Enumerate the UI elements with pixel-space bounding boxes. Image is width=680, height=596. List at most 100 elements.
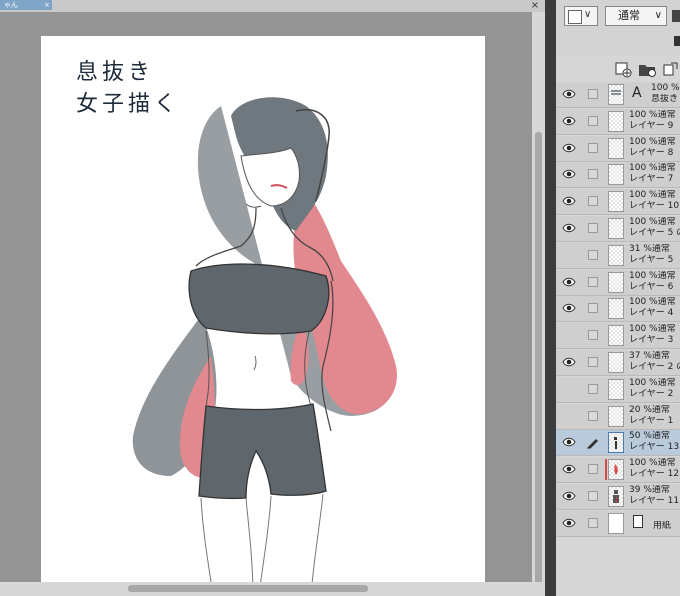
layer-row[interactable]: 100 %通常 レイヤー 2 xyxy=(556,376,680,403)
layer-lock-checkbox[interactable] xyxy=(588,249,598,260)
layer-name: レイヤー 10 xyxy=(629,201,680,212)
eye-icon[interactable] xyxy=(562,169,576,179)
layer-name: 用紙 xyxy=(653,520,672,531)
eye-icon[interactable] xyxy=(562,357,576,367)
layer-row[interactable]: 100 %通常 レイヤー 3 xyxy=(556,323,680,350)
layer-name: レイヤー 12 xyxy=(629,469,680,480)
layer-lock-checkbox[interactable] xyxy=(588,330,598,341)
eye-icon[interactable] xyxy=(562,250,576,260)
layer-opacity: 100 % xyxy=(629,297,658,308)
layer-row[interactable]: 用紙 xyxy=(556,510,680,537)
vertical-scrollbar[interactable] xyxy=(532,12,545,592)
layer-name: レイヤー 7 xyxy=(629,174,674,185)
eye-icon[interactable] xyxy=(562,464,576,474)
layer-thumbnail xyxy=(608,512,624,534)
layer-name: レイヤー 11 xyxy=(629,496,680,506)
layer-row[interactable]: 100 %通常 レイヤー 7 xyxy=(556,162,680,189)
layer-blend-mode: 通常 xyxy=(657,163,676,174)
eye-icon[interactable] xyxy=(562,223,576,233)
layer-lock-checkbox[interactable] xyxy=(588,383,598,394)
layer-color-dropdown[interactable]: ∨ xyxy=(564,6,598,26)
eye-icon[interactable] xyxy=(562,437,576,447)
layer-row[interactable]: 31 %通常 レイヤー 5 xyxy=(556,242,680,269)
layer-lock-checkbox[interactable] xyxy=(588,517,598,528)
layer-color-bar xyxy=(605,459,607,481)
layer-row[interactable]: 100 %通常 レイヤー 5 の xyxy=(556,216,680,242)
layer-opacity-mode: 100 %通常 xyxy=(629,217,676,228)
panel-divider[interactable] xyxy=(545,0,556,596)
new-raster-layer-icon[interactable] xyxy=(614,60,632,78)
canvas-area[interactable]: 息抜き 女子描く xyxy=(0,12,532,582)
eye-icon[interactable] xyxy=(562,303,576,313)
document-tab-label: ゃん xyxy=(4,1,18,9)
layer-opacity-mode: 100 %通常 xyxy=(629,110,676,121)
layer-name: レイヤー 8 xyxy=(629,147,674,158)
eye-icon[interactable] xyxy=(562,384,576,394)
layer-row[interactable]: 100 %通常 レイヤー 10 xyxy=(556,189,680,216)
eye-icon[interactable] xyxy=(562,89,576,99)
layer-opacity: 100 % xyxy=(629,270,658,281)
layer-lock-checkbox[interactable] xyxy=(588,169,598,180)
layer-name: レイヤー 9 xyxy=(629,120,674,131)
horizontal-scroll-thumb[interactable] xyxy=(128,585,368,592)
layer-lock-checkbox[interactable] xyxy=(588,303,598,314)
layer-lock-checkbox[interactable] xyxy=(588,464,598,475)
layer-blend-mode: 通常 xyxy=(651,351,670,361)
layer-opacity: 39 % xyxy=(629,485,652,495)
layer-row[interactable]: 100 %通常 レイヤー 4 xyxy=(556,296,680,323)
eye-icon[interactable] xyxy=(562,143,576,153)
eye-icon[interactable] xyxy=(562,277,576,287)
layer-lock-checkbox[interactable] xyxy=(588,196,598,207)
layer-opacity: 100 % xyxy=(629,458,658,469)
layer-opacity-mode: 100 %通常 xyxy=(629,297,676,308)
tab-close-icon[interactable]: × xyxy=(44,0,52,10)
layer-blend-mode: 通常 xyxy=(657,136,676,147)
layer-name: レイヤー 3 xyxy=(629,335,674,346)
layer-name: レイヤー 4 xyxy=(629,308,674,319)
eye-icon[interactable] xyxy=(562,518,576,528)
layer-opacity-mode: 100 %通常 xyxy=(629,458,676,469)
lock-icon[interactable] xyxy=(672,10,680,22)
layer-lock-checkbox[interactable] xyxy=(588,491,598,501)
layer-row[interactable]: 100 %通常 レイヤー 9 xyxy=(556,108,680,135)
layer-row[interactable]: 100 %通常 レイヤー 8 xyxy=(556,135,680,162)
layer-lock-checkbox[interactable] xyxy=(588,142,598,153)
layer-settings-icon[interactable] xyxy=(674,36,680,46)
layer-opacity: 100 % xyxy=(629,136,658,147)
layer-blend-mode: 通常 xyxy=(651,243,670,254)
vertical-scroll-thumb[interactable] xyxy=(535,132,542,592)
layer-lock-checkbox[interactable] xyxy=(588,115,598,126)
layer-row[interactable]: 50 %通常 レイヤー 13 xyxy=(556,430,680,457)
layer-row[interactable]: 37 %通常 レイヤー 2 の xyxy=(556,350,680,376)
layer-lock-checkbox[interactable] xyxy=(588,89,598,99)
window-close-icon[interactable]: × xyxy=(527,0,543,12)
layer-lock-checkbox[interactable] xyxy=(588,276,598,287)
canvas-paper[interactable]: 息抜き 女子描く xyxy=(41,36,485,582)
layer-row[interactable]: 100 %通常 レイヤー 6 xyxy=(556,269,680,296)
text-layer-icon: A xyxy=(632,85,642,101)
chevron-down-icon: ∨ xyxy=(654,10,662,21)
horizontal-scrollbar[interactable] xyxy=(0,582,545,596)
eye-icon[interactable] xyxy=(562,411,576,421)
transfer-layer-icon[interactable] xyxy=(662,60,680,78)
layer-lock-checkbox[interactable] xyxy=(588,357,598,367)
new-folder-icon[interactable] xyxy=(638,60,656,78)
layer-opacity-mode: 100 %通常 xyxy=(629,378,676,389)
layer-toolbar xyxy=(556,56,680,82)
eye-icon[interactable] xyxy=(562,330,576,340)
layer-row[interactable]: 20 %通常 レイヤー 1 xyxy=(556,403,680,430)
layer-lock-checkbox[interactable] xyxy=(588,223,598,233)
layer-opacity-mode: 100 %通常 xyxy=(629,190,676,201)
eye-icon[interactable] xyxy=(562,116,576,126)
layer-lock-checkbox[interactable] xyxy=(588,410,598,421)
layer-opacity-mode: 100 %通常 xyxy=(629,163,676,174)
layer-row[interactable]: A 100 %通常息抜き xyxy=(556,82,680,108)
eye-icon[interactable] xyxy=(562,491,576,501)
layer-row[interactable]: 39 %通常 レイヤー 11 xyxy=(556,484,680,510)
layer-row[interactable]: 100 %通常 レイヤー 12 xyxy=(556,457,680,484)
layer-opacity: 100 % xyxy=(629,324,658,335)
eye-icon[interactable] xyxy=(562,196,576,206)
layer-panel: ∨ 通常 ∨ A100 %通常息抜き100 %通常レイヤー 9100 %通常レイ… xyxy=(556,0,680,596)
blend-mode-select[interactable]: 通常 ∨ xyxy=(605,6,667,26)
layer-name: レイヤー 13 xyxy=(629,442,680,453)
